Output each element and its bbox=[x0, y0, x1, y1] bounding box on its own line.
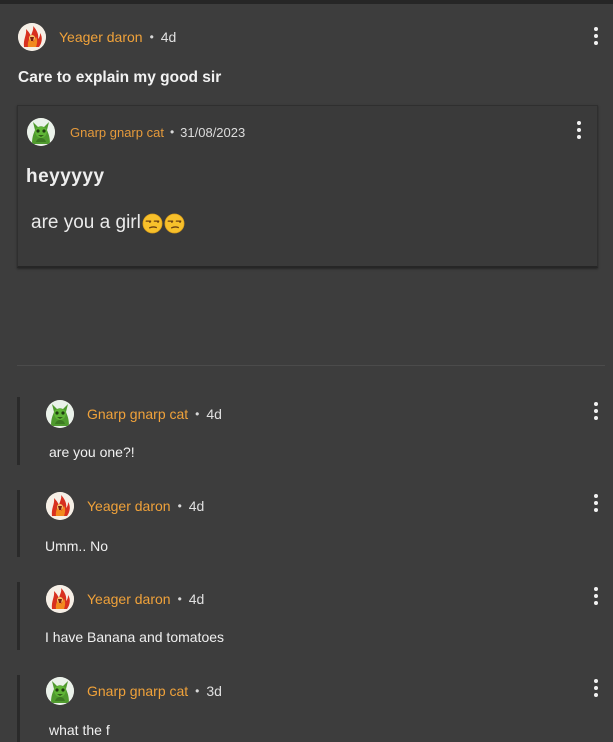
fire-avatar-icon bbox=[18, 23, 46, 51]
quote-header: Gnarp gnarp cat • 31/08/2023 bbox=[27, 118, 245, 146]
comment-timestamp[interactable]: 4d bbox=[189, 591, 205, 607]
avatar[interactable] bbox=[18, 23, 46, 51]
avatar[interactable] bbox=[46, 492, 74, 520]
comment-more-options-icon[interactable] bbox=[591, 401, 601, 421]
comment-timestamp[interactable]: 4d bbox=[189, 498, 205, 514]
post-author-link[interactable]: Yeager daron bbox=[59, 29, 143, 45]
post-title: Care to explain my good sir bbox=[18, 69, 222, 86]
separator-dot: • bbox=[195, 407, 200, 421]
post-header: Yeager daron • 4d bbox=[18, 22, 176, 52]
top-bar bbox=[0, 0, 613, 4]
comment: Gnarp gnarp cat • 4d are you one?! bbox=[17, 397, 613, 467]
comment-more-options-icon[interactable] bbox=[591, 586, 601, 606]
green-cat-avatar-icon bbox=[27, 118, 55, 146]
comment-author-link[interactable]: Yeager daron bbox=[87, 498, 171, 514]
post-more-options-icon[interactable] bbox=[591, 26, 601, 46]
thread-line[interactable] bbox=[17, 582, 20, 650]
comment-body: I have Banana and tomatoes bbox=[45, 629, 225, 645]
avatar[interactable] bbox=[27, 118, 55, 146]
quote-author-link[interactable]: Gnarp gnarp cat bbox=[70, 125, 164, 140]
comment: Gnarp gnarp cat • 3d what the f bbox=[17, 675, 613, 742]
quoted-post-embed[interactable]: Gnarp gnarp cat • 31/08/2023 heyyyyy are… bbox=[17, 105, 598, 268]
separator-dot: • bbox=[195, 684, 200, 698]
separator-dot: • bbox=[177, 499, 182, 513]
separator-dot: • bbox=[177, 592, 182, 606]
thread-line[interactable] bbox=[17, 675, 20, 742]
comment-header: Yeager daron • 4d bbox=[46, 585, 204, 613]
fire-avatar-icon bbox=[46, 492, 74, 520]
comment: Yeager daron • 4d I have Banana and toma… bbox=[17, 582, 613, 652]
quote-more-options-icon[interactable] bbox=[574, 120, 584, 140]
post-timestamp[interactable]: 4d bbox=[161, 29, 177, 45]
comment-author-link[interactable]: Yeager daron bbox=[87, 591, 171, 607]
comment-body: Umm.. No bbox=[45, 538, 108, 554]
separator-dot: • bbox=[149, 30, 154, 44]
quote-body-text: are you a girl bbox=[31, 212, 141, 233]
green-cat-avatar-icon bbox=[46, 400, 74, 428]
comment-header: Yeager daron • 4d bbox=[46, 492, 204, 520]
comment-author-link[interactable]: Gnarp gnarp cat bbox=[87, 683, 188, 699]
quote-title: heyyyyy bbox=[26, 166, 105, 187]
unamused-face-emoji-icon bbox=[164, 213, 185, 234]
comment-author-link[interactable]: Gnarp gnarp cat bbox=[87, 406, 188, 422]
avatar[interactable] bbox=[46, 677, 74, 705]
comment-timestamp[interactable]: 3d bbox=[206, 683, 222, 699]
green-cat-avatar-icon bbox=[46, 677, 74, 705]
comment-more-options-icon[interactable] bbox=[591, 678, 601, 698]
fire-avatar-icon bbox=[46, 585, 74, 613]
comments-divider bbox=[17, 365, 605, 366]
unamused-face-emoji-icon bbox=[142, 213, 163, 234]
comment-timestamp[interactable]: 4d bbox=[206, 406, 222, 422]
comment-header: Gnarp gnarp cat • 4d bbox=[46, 400, 222, 428]
thread-line[interactable] bbox=[17, 490, 20, 557]
comment-header: Gnarp gnarp cat • 3d bbox=[46, 677, 222, 705]
quote-body: are you a girl bbox=[31, 212, 185, 234]
comment-body: are you one?! bbox=[49, 444, 135, 460]
comment: Yeager daron • 4d Umm.. No bbox=[17, 490, 613, 560]
comment-body: what the f bbox=[49, 722, 110, 738]
avatar[interactable] bbox=[46, 585, 74, 613]
avatar[interactable] bbox=[46, 400, 74, 428]
thread-line[interactable] bbox=[17, 397, 20, 465]
separator-dot: • bbox=[169, 125, 175, 139]
quote-timestamp[interactable]: 31/08/2023 bbox=[180, 125, 245, 140]
comment-more-options-icon[interactable] bbox=[591, 493, 601, 513]
